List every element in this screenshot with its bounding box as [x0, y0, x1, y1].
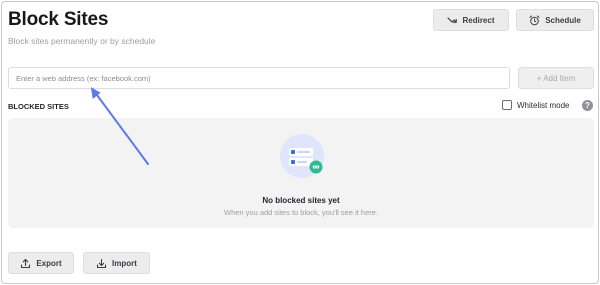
import-button[interactable]: Import [83, 252, 150, 274]
block-sites-window: Block Sites Block sites permanently or b… [1, 1, 599, 284]
download-icon [96, 258, 107, 269]
empty-state-title: No blocked sites yet [262, 196, 340, 205]
empty-state-description: When you add sites to block, you'll see … [223, 208, 378, 217]
add-item-button[interactable]: + Add Item [518, 67, 594, 89]
redirect-arrow-icon [447, 16, 458, 25]
schedule-button[interactable]: Schedule [516, 9, 594, 31]
blocked-sites-empty-state: No blocked sites yet When you add sites … [8, 118, 594, 228]
redirect-label: Redirect [462, 15, 495, 25]
upload-icon [20, 258, 31, 269]
blocked-sites-heading: BLOCKED SITES [8, 102, 69, 111]
blocked-list-illustration-icon [279, 134, 331, 191]
whitelist-label: Whitelist mode [517, 100, 570, 110]
schedule-label: Schedule [545, 15, 581, 25]
page-subtitle: Block sites permanently or by schedule [8, 36, 156, 46]
whitelist-mode-toggle[interactable]: Whitelist mode [502, 100, 569, 110]
export-label: Export [36, 258, 62, 268]
alarm-clock-icon [529, 15, 540, 26]
page-title: Block Sites [8, 9, 109, 30]
help-icon[interactable]: ? [582, 100, 593, 111]
whitelist-checkbox[interactable] [502, 100, 512, 110]
export-button[interactable]: Export [8, 252, 74, 274]
redirect-button[interactable]: Redirect [433, 9, 509, 31]
site-url-input[interactable] [8, 67, 510, 89]
import-label: Import [112, 258, 137, 268]
